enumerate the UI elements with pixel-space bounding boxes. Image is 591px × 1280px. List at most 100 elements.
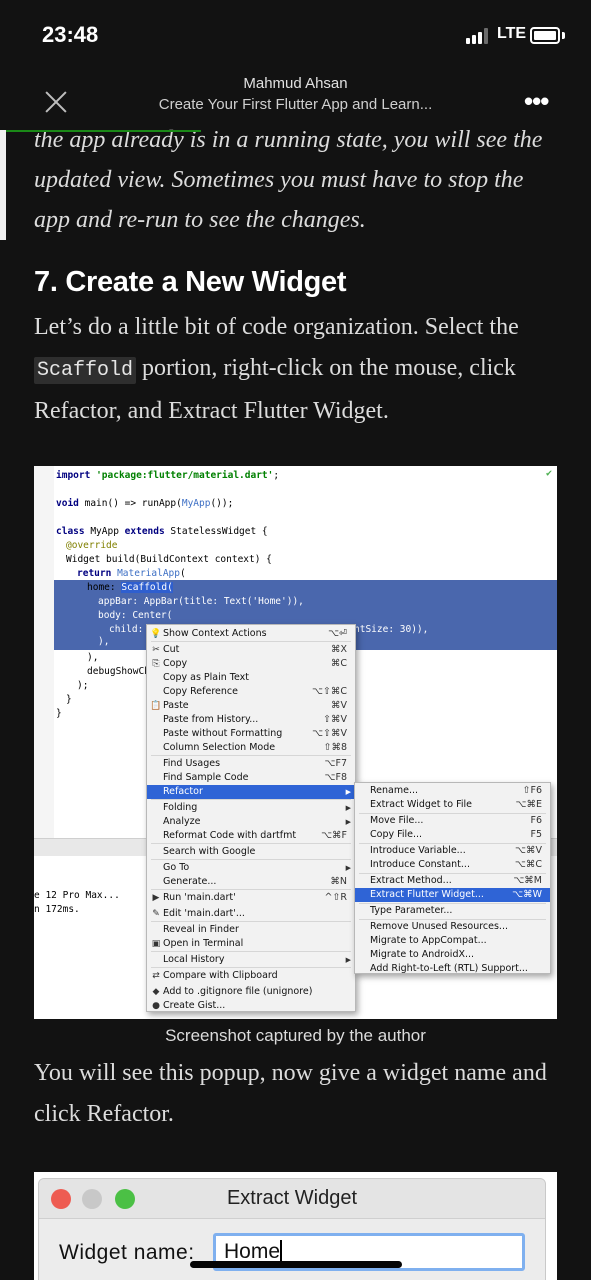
body-paragraph-2: You will see this popup, now give a widg… bbox=[34, 1060, 547, 1127]
refactor-item-extract-flutter-widget[interactable]: Extract Flutter Widget... ⌥⌘W bbox=[355, 888, 550, 902]
menu-item-label: Copy bbox=[163, 658, 188, 669]
context-menu-item-find-sample-code[interactable]: Find Sample Code ⌥F8 bbox=[147, 771, 355, 785]
context-menu-item-generate[interactable]: Generate... ⌘N bbox=[147, 875, 355, 889]
shortcut-label: F5 bbox=[530, 829, 542, 840]
section-heading: 7. Create a New Widget bbox=[34, 266, 347, 298]
refactor-item-extract-method[interactable]: Extract Method... ⌥⌘M bbox=[355, 874, 550, 888]
context-menu-item-local-history[interactable]: Local History ▶ bbox=[147, 953, 355, 967]
shortcut-label: F6 bbox=[530, 815, 542, 826]
refactor-item-add-right-to-left-rtl-support[interactable]: Add Right-to-Left (RTL) Support... bbox=[355, 962, 550, 976]
menu-separator bbox=[151, 799, 351, 800]
refactor-item-type-parameter[interactable]: Type Parameter... bbox=[355, 904, 550, 918]
shortcut-label: ⌘V bbox=[331, 700, 347, 711]
context-menu-item-add-to-gitignore-file-unignore[interactable]: ◆ Add to .gitignore file (unignore) bbox=[147, 985, 355, 999]
ide-screenshot: ✔ import 'package:flutter/material.dart'… bbox=[34, 466, 557, 1019]
context-menu-item-create-gist[interactable]: ● Create Gist... bbox=[147, 999, 355, 1013]
menu-separator bbox=[151, 951, 351, 952]
shortcut-label: ⇧⌘V bbox=[323, 714, 347, 725]
menu-item-label: Add to .gitignore file (unignore) bbox=[163, 986, 313, 997]
shortcut-label: ⌥⌘C bbox=[514, 859, 542, 870]
menu-item-label: Generate... bbox=[163, 876, 217, 887]
context-menu-item-edit-main-dart[interactable]: ✎ Edit 'main.dart'... bbox=[147, 907, 355, 921]
context-menu-item-paste-without-formatting[interactable]: Paste without Formatting ⌥⇧⌘V bbox=[147, 727, 355, 741]
shortcut-label: ⌥F8 bbox=[324, 772, 347, 783]
menu-item-label: Paste without Formatting bbox=[163, 728, 283, 739]
shortcut-label: ⌘X bbox=[330, 644, 347, 655]
refactor-item-introduce-variable[interactable]: Introduce Variable... ⌥⌘V bbox=[355, 844, 550, 858]
copy-icon: ⎘ bbox=[152, 659, 160, 669]
context-menu-item-find-usages[interactable]: Find Usages ⌥F7 bbox=[147, 757, 355, 771]
shortcut-label: ⌥⌘W bbox=[512, 889, 542, 900]
header-author: Mahmud Ahsan bbox=[243, 75, 348, 92]
home-indicator[interactable] bbox=[190, 1261, 402, 1268]
context-menu-item-compare-with-clipboard[interactable]: ⇄ Compare with Clipboard bbox=[147, 969, 355, 983]
shortcut-label: ⌥F7 bbox=[324, 758, 347, 769]
menu-item-label: Compare with Clipboard bbox=[163, 970, 278, 981]
menu-item-label: Introduce Constant... bbox=[370, 859, 470, 870]
battery-icon bbox=[530, 27, 560, 44]
context-menu-item-search-with-google[interactable]: Search with Google bbox=[147, 845, 355, 859]
refactor-item-introduce-constant[interactable]: Introduce Constant... ⌥⌘C bbox=[355, 858, 550, 872]
scroll-marker bbox=[0, 130, 6, 240]
context-menu-item-analyze[interactable]: Analyze ▶ bbox=[147, 815, 355, 829]
menu-item-label: Introduce Variable... bbox=[370, 845, 466, 856]
context-menu-item-copy-reference[interactable]: Copy Reference ⌥⇧⌘C bbox=[147, 685, 355, 699]
cut-icon: ✂ bbox=[152, 645, 160, 655]
image-caption: Screenshot captured by the author bbox=[165, 1026, 426, 1045]
menu-item-label: Paste from History... bbox=[163, 714, 259, 725]
refactor-item-copy-file[interactable]: Copy File... F5 bbox=[355, 828, 550, 842]
refactor-item-migrate-to-androidx[interactable]: Migrate to AndroidX... bbox=[355, 948, 550, 962]
context-menu-item-refactor[interactable]: Refactor ▶ bbox=[147, 785, 355, 799]
more-icon[interactable]: ••• bbox=[524, 88, 549, 114]
menu-item-label: Analyze bbox=[163, 816, 201, 827]
github-icon: ● bbox=[152, 1001, 160, 1011]
network-label: LTE bbox=[497, 25, 527, 42]
submenu-arrow-icon: ▶ bbox=[345, 804, 351, 812]
shortcut-label: ⌥⌘F bbox=[321, 830, 347, 841]
context-menu-item-run-main-dart[interactable]: ▶ Run 'main.dart' ^⇧R bbox=[147, 891, 355, 905]
signal-icon bbox=[466, 28, 492, 44]
compare-icon: ⇄ bbox=[152, 971, 160, 981]
paste-icon: 📋 bbox=[150, 701, 162, 711]
shortcut-label: ⌥⌘M bbox=[513, 875, 542, 886]
context-menu-item-go-to[interactable]: Go To ▶ bbox=[147, 861, 355, 875]
context-menu-item-cut[interactable]: ✂ Cut ⌘X bbox=[147, 643, 355, 657]
body-paragraph: Let’s do a little bit of code organizati… bbox=[34, 314, 519, 424]
refactor-item-migrate-to-appcompat[interactable]: Migrate to AppCompat... bbox=[355, 934, 550, 948]
shortcut-label: ⌥⇧⌘V bbox=[312, 728, 347, 739]
menu-separator bbox=[151, 921, 351, 922]
submenu-arrow-icon: ▶ bbox=[345, 864, 351, 872]
context-menu-item-paste-from-history[interactable]: Paste from History... ⇧⌘V bbox=[147, 713, 355, 727]
shortcut-label: ⌘C bbox=[330, 658, 347, 669]
menu-separator bbox=[151, 641, 351, 642]
inline-code: Scaffold bbox=[34, 357, 137, 384]
context-menu: 💡 Show Context Actions ⌥⏎ ✂ Cut ⌘X ⎘ Copy ⌘C Copy… bbox=[146, 624, 356, 1012]
refactor-item-move-file[interactable]: Move File... F6 bbox=[355, 814, 550, 828]
refactor-item-rename[interactable]: Rename... ⇧F6 bbox=[355, 784, 550, 798]
context-menu-item-copy[interactable]: ⎘ Copy ⌘C bbox=[147, 657, 355, 671]
context-menu-item-copy-as-plain-text[interactable]: Copy as Plain Text bbox=[147, 671, 355, 685]
refactor-item-extract-widget-to-file[interactable]: Extract Widget to File ⌥⌘E bbox=[355, 798, 550, 812]
menu-separator bbox=[151, 843, 351, 844]
context-menu-item-show-context-actions[interactable]: 💡 Show Context Actions ⌥⏎ bbox=[147, 627, 355, 641]
terminal-icon: ▣ bbox=[151, 939, 161, 949]
run-icon: ▶ bbox=[152, 893, 160, 903]
dialog-titlebar: Extract Widget bbox=[39, 1179, 545, 1219]
context-menu-item-open-in-terminal[interactable]: ▣ Open in Terminal bbox=[147, 937, 355, 951]
context-menu-item-folding[interactable]: Folding ▶ bbox=[147, 801, 355, 815]
run-device: e 12 Pro Max... bbox=[34, 890, 120, 901]
menu-separator bbox=[151, 967, 351, 968]
editor-gutter bbox=[34, 466, 54, 846]
menu-item-label: Find Usages bbox=[163, 758, 221, 769]
context-menu-item-reformat-code-with-dartfmt[interactable]: Reformat Code with dartfmt ⌥⌘F bbox=[147, 829, 355, 843]
intro-paragraph: the app already is in a running state, y… bbox=[34, 127, 543, 233]
context-menu-item-reveal-in-finder[interactable]: Reveal in Finder bbox=[147, 923, 355, 937]
context-menu-item-column-selection-mode[interactable]: Column Selection Mode ⇧⌘8 bbox=[147, 741, 355, 755]
menu-item-label: Migrate to AppCompat... bbox=[370, 935, 487, 946]
submenu-arrow-icon: ▶ bbox=[345, 788, 351, 796]
context-menu-item-paste[interactable]: 📋 Paste ⌘V bbox=[147, 699, 355, 713]
menu-item-label: Copy Reference bbox=[163, 686, 238, 697]
menu-separator bbox=[151, 889, 351, 890]
status-bar: 23:48 LTE bbox=[0, 0, 591, 70]
refactor-item-remove-unused-resources[interactable]: Remove Unused Resources... bbox=[355, 920, 550, 934]
